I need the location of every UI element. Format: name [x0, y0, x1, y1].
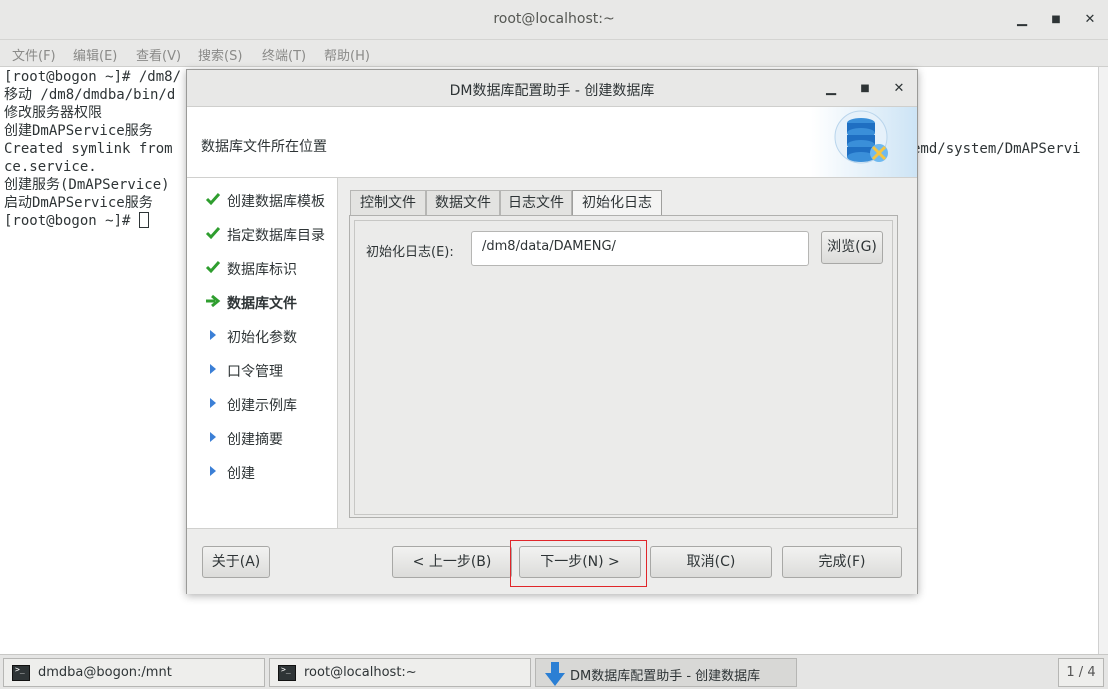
page-title: 数据库文件所在位置 [201, 139, 327, 155]
wizard-steps: 创建数据库模板 指定数据库目录 数据库标识 数据库文件 初始化参数 口令管理 创… [187, 178, 338, 528]
triangle-right-icon [210, 364, 216, 374]
step-label: 创建数据库模板 [227, 194, 325, 210]
terminal-line: 启动DmAPService服务 [4, 195, 153, 211]
tab-init-log[interactable]: 初始化日志 [572, 190, 662, 217]
menu-file[interactable]: 文件(F) [12, 45, 56, 64]
taskbar-label: root@localhost:~ [304, 665, 417, 680]
taskbar-item-root[interactable]: root@localhost:~ [269, 658, 531, 687]
tab-data-file[interactable]: 数据文件 [426, 190, 500, 216]
taskbar-label: dmdba@bogon:/mnt [38, 665, 172, 680]
step-label: 数据库标识 [227, 262, 297, 278]
terminal-line: 创建服务(DmAPService) [4, 177, 170, 193]
init-log-label: 初始化日志(E): [366, 245, 454, 260]
terminal-line: 移动 /dm8/dmdba/bin/d [4, 87, 176, 103]
dialog-footer: 关于(A) < 上一步(B) 下一步(N) > 取消(C) 完成(F) [187, 528, 917, 594]
database-logo-icon [811, 107, 917, 177]
terminal-title: root@localhost:~ [493, 11, 615, 27]
step-label: 创建 [227, 466, 255, 482]
terminal-line-fragment: emd/system/DmAPServi [912, 141, 1081, 157]
dialog-title: DM数据库配置助手 - 创建数据库 [449, 83, 655, 99]
step-label: 指定数据库目录 [227, 228, 325, 244]
check-icon [205, 227, 221, 240]
check-icon [205, 193, 221, 206]
workspace-pager[interactable]: 1 / 4 [1058, 658, 1104, 687]
terminal-scrollbar[interactable] [1098, 67, 1108, 654]
menu-view[interactable]: 查看(V) [136, 45, 181, 64]
terminal-line: 修改服务器权限 [4, 105, 102, 121]
menu-search[interactable]: 搜索(S) [198, 45, 242, 64]
step-label: 初始化参数 [227, 330, 297, 346]
next-button-highlight [510, 540, 647, 587]
terminal-line: 创建DmAPService服务 [4, 123, 153, 139]
tab-log-file[interactable]: 日志文件 [500, 190, 572, 216]
tab-panel-inner: 初始化日志(E): /dm8/data/DAMENG/ 浏览(G) [354, 220, 893, 515]
check-icon [205, 261, 221, 274]
terminal-prompt: [root@bogon ~]# [4, 213, 139, 229]
menu-edit[interactable]: 编辑(E) [73, 45, 117, 64]
dialog-titlebar: DM数据库配置助手 - 创建数据库 ▁ ■ ✕ [187, 70, 917, 107]
terminal-icon [278, 665, 296, 681]
step-label: 数据库文件 [227, 296, 297, 312]
menu-terminal[interactable]: 终端(T) [262, 45, 306, 64]
maximize-icon[interactable]: ■ [1046, 10, 1066, 30]
step-label: 口令管理 [227, 364, 283, 380]
dialog-header: 数据库文件所在位置 [187, 107, 917, 178]
terminal-icon [12, 665, 30, 681]
dialog-close-icon[interactable]: ✕ [889, 79, 909, 99]
terminal-menubar: 文件(F) 编辑(E) 查看(V) 搜索(S) 终端(T) 帮助(H) [0, 40, 1108, 67]
finish-button[interactable]: 完成(F) [782, 546, 902, 578]
taskbar-item-dm-config[interactable]: DM数据库配置助手 - 创建数据库 [535, 658, 797, 687]
browse-button[interactable]: 浏览(G) [821, 231, 883, 264]
triangle-right-icon [210, 398, 216, 408]
terminal-line: [root@bogon ~]# /dm8/ [4, 69, 182, 85]
triangle-right-icon [210, 432, 216, 442]
download-arrow-icon [545, 662, 565, 686]
terminal-line: ce.service. [4, 159, 97, 175]
close-icon[interactable]: ✕ [1080, 10, 1100, 30]
dialog-maximize-icon[interactable]: ■ [855, 79, 875, 99]
prev-button[interactable]: < 上一步(B) [392, 546, 512, 578]
arrow-right-icon [206, 294, 221, 308]
about-button[interactable]: 关于(A) [202, 546, 270, 578]
taskbar-item-dmdba[interactable]: dmdba@bogon:/mnt [3, 658, 265, 687]
menu-help[interactable]: 帮助(H) [324, 45, 370, 64]
dialog-minimize-icon[interactable]: ▁ [821, 79, 841, 99]
taskbar-label: DM数据库配置助手 - 创建数据库 [570, 669, 761, 684]
minimize-icon[interactable]: ▁ [1012, 10, 1032, 30]
wizard-content: 控制文件 数据文件 日志文件 初始化日志 初始化日志(E): /dm8/data… [338, 178, 917, 528]
cancel-button[interactable]: 取消(C) [650, 546, 772, 578]
terminal-titlebar: root@localhost:~ ▁ ■ ✕ [0, 0, 1108, 40]
triangle-right-icon [210, 330, 216, 340]
dm-config-dialog: DM数据库配置助手 - 创建数据库 ▁ ■ ✕ 数据库文件所在位置 创建数据库模… [186, 69, 918, 594]
tab-panel: 初始化日志(E): /dm8/data/DAMENG/ 浏览(G) [349, 215, 898, 518]
triangle-right-icon [210, 466, 216, 476]
terminal-cursor [138, 212, 149, 228]
init-log-path-field[interactable]: /dm8/data/DAMENG/ [471, 231, 809, 266]
step-label: 创建示例库 [227, 398, 297, 414]
step-label: 创建摘要 [227, 432, 283, 448]
tab-control-file[interactable]: 控制文件 [350, 190, 426, 216]
terminal-prompt-line: [root@bogon ~]# [4, 212, 149, 230]
taskbar: dmdba@bogon:/mnt root@localhost:~ DM数据库配… [0, 654, 1108, 689]
terminal-line: Created symlink from [4, 141, 173, 157]
